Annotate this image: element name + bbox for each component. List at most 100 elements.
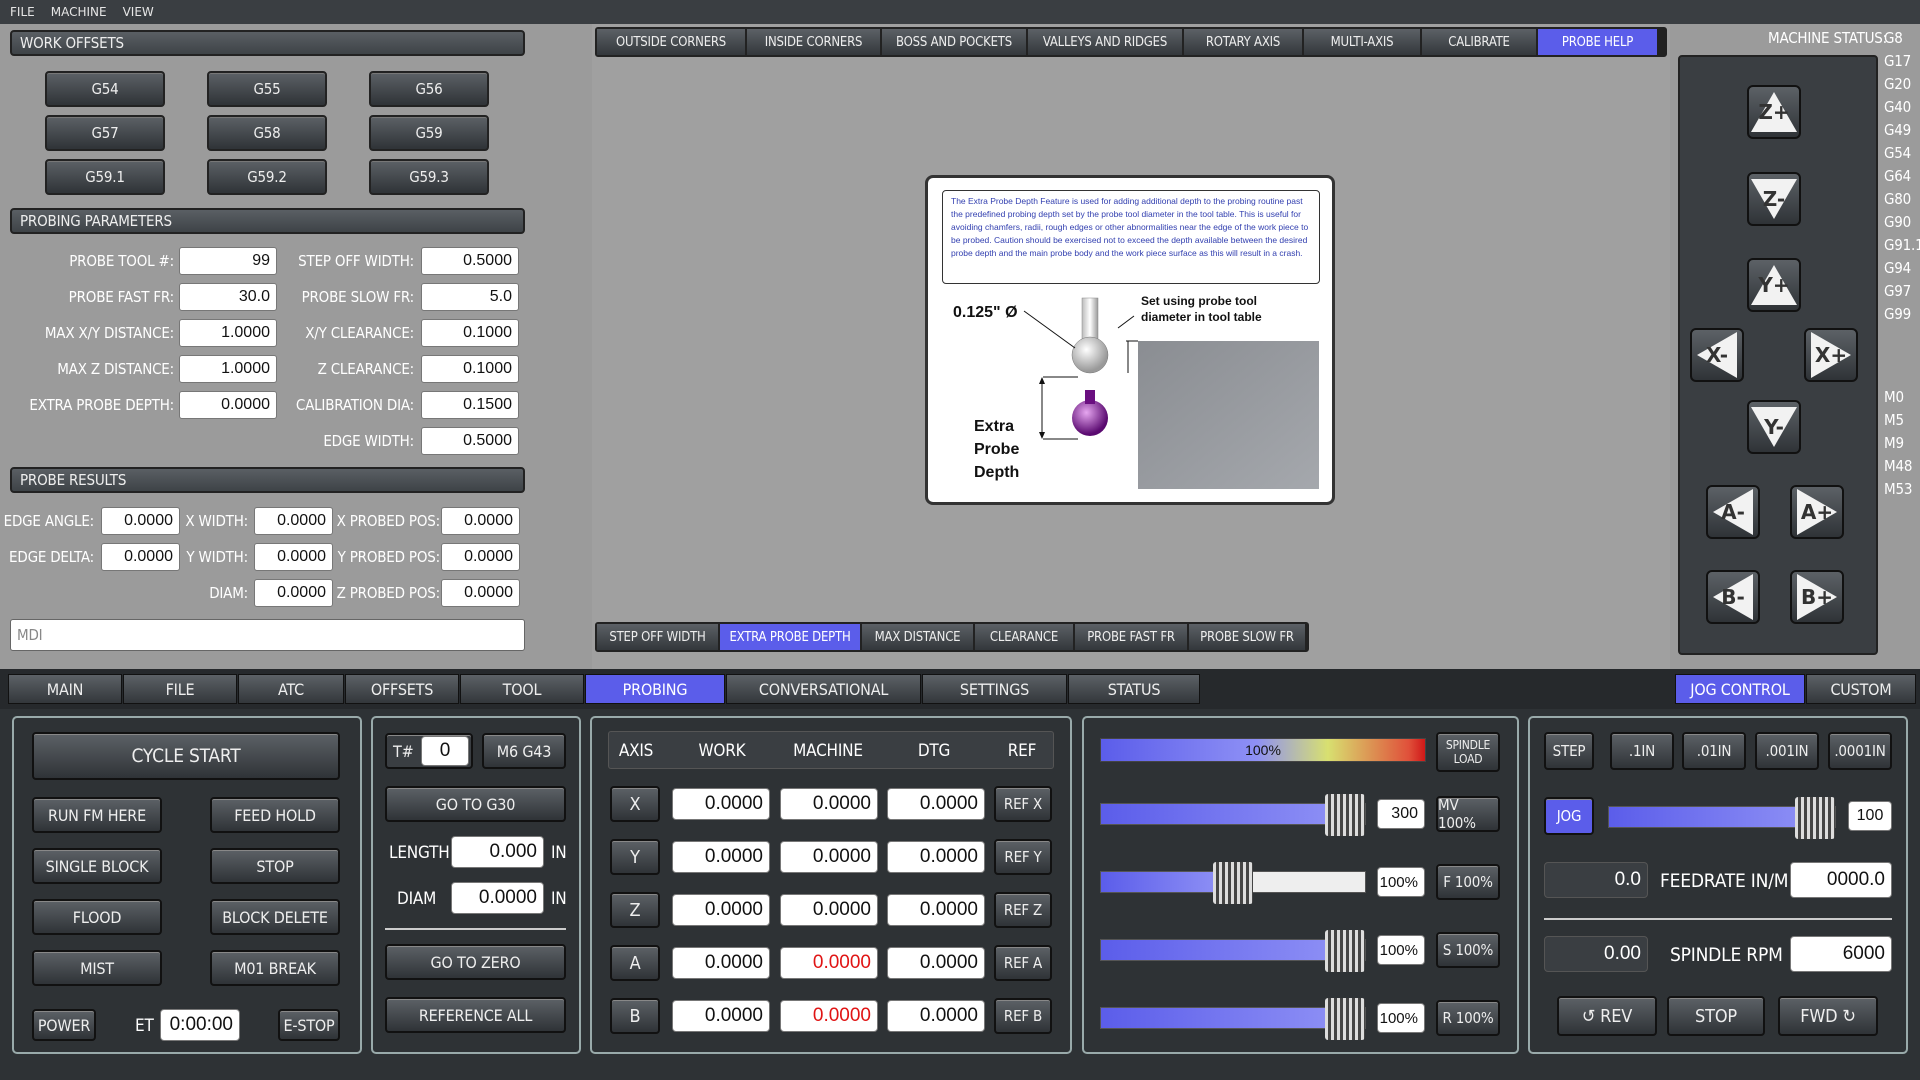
tab-multi-axis[interactable]: MULTI-AXIS xyxy=(1304,29,1420,55)
spindle-stop-button[interactable]: STOP xyxy=(1667,996,1765,1036)
tab-atc[interactable]: ATC xyxy=(238,674,344,704)
step-off-field[interactable]: 0.5000 xyxy=(421,247,519,275)
feed-override-slider[interactable] xyxy=(1100,862,1366,904)
go-to-g30-button[interactable]: GO TO G30 xyxy=(385,786,566,822)
tab-conversational[interactable]: CONVERSATIONAL xyxy=(726,674,921,704)
tab-file[interactable]: FILE xyxy=(123,674,237,704)
max-xy-field[interactable]: 1.0000 xyxy=(179,319,277,347)
slider-thumb[interactable] xyxy=(1325,998,1365,1040)
tool-number-field[interactable]: 0 xyxy=(421,736,469,766)
xy-clearance-field[interactable]: 0.1000 xyxy=(421,319,519,347)
g57-button[interactable]: G57 xyxy=(45,115,165,151)
y-width-field[interactable]: 0.0000 xyxy=(254,543,333,571)
tab-tool[interactable]: TOOL xyxy=(460,674,584,704)
tab-calibrate[interactable]: CALIBRATE xyxy=(1422,29,1536,55)
tab-main[interactable]: MAIN xyxy=(8,674,122,704)
inc-0-0001-button[interactable]: .0001IN xyxy=(1828,732,1892,770)
help-tab-slow-fr[interactable]: PROBE SLOW FR xyxy=(1189,624,1305,650)
spindle-rpm-setpoint[interactable]: 6000 xyxy=(1790,936,1892,972)
tab-custom[interactable]: CUSTOM xyxy=(1806,674,1916,704)
g59-3-button[interactable]: G59.3 xyxy=(369,159,489,195)
jog-mode-button[interactable]: JOG xyxy=(1544,797,1594,835)
g54-button[interactable]: G54 xyxy=(45,71,165,107)
rapid-override-slider[interactable] xyxy=(1100,998,1366,1040)
stop-button[interactable]: STOP xyxy=(210,848,340,884)
g56-button[interactable]: G56 xyxy=(369,71,489,107)
help-tab-extra-depth[interactable]: EXTRA PROBE DEPTH xyxy=(720,624,860,650)
mv-100-button[interactable]: MV 100% xyxy=(1436,796,1500,832)
tab-boss-pockets[interactable]: BOSS AND POCKETS xyxy=(882,29,1026,55)
slow-fr-field[interactable]: 5.0 xyxy=(421,283,519,311)
jog-y-plus-button[interactable]: Y+ xyxy=(1747,258,1801,312)
jog-b-minus-button[interactable]: B- xyxy=(1706,570,1760,624)
z-clearance-field[interactable]: 0.1000 xyxy=(421,355,519,383)
help-tab-step-off[interactable]: STEP OFF WIDTH xyxy=(597,624,718,650)
max-velocity-slider[interactable] xyxy=(1100,794,1366,836)
probe-tool-field[interactable]: 99 xyxy=(179,247,277,275)
g55-button[interactable]: G55 xyxy=(207,71,327,107)
jog-z-minus-button[interactable]: Z- xyxy=(1747,172,1801,226)
cycle-start-button[interactable]: CYCLE START xyxy=(32,732,340,780)
tab-status[interactable]: STATUS xyxy=(1068,674,1200,704)
g58-button[interactable]: G58 xyxy=(207,115,327,151)
slider-thumb[interactable] xyxy=(1325,930,1365,972)
ref-y-button[interactable]: REF Y xyxy=(994,839,1052,875)
inc-0-1-button[interactable]: .1IN xyxy=(1610,732,1674,770)
tab-offsets[interactable]: OFFSETS xyxy=(345,674,459,704)
g59-1-button[interactable]: G59.1 xyxy=(45,159,165,195)
ref-x-button[interactable]: REF X xyxy=(994,786,1052,822)
tab-probe-help[interactable]: PROBE HELP xyxy=(1538,29,1657,55)
help-tab-clearance[interactable]: CLEARANCE xyxy=(975,624,1073,650)
flood-button[interactable]: FLOOD xyxy=(32,899,162,935)
jog-x-minus-button[interactable]: X- xyxy=(1690,328,1744,382)
spindle-override-slider[interactable] xyxy=(1100,930,1366,972)
menu-file[interactable]: FILE xyxy=(10,5,35,19)
tab-valleys-ridges[interactable]: VALLEYS AND RIDGES xyxy=(1028,29,1182,55)
jog-a-plus-button[interactable]: A+ xyxy=(1790,485,1844,539)
spindle-rev-button[interactable]: ↺ REV xyxy=(1557,996,1657,1036)
ref-a-button[interactable]: REF A xyxy=(994,945,1052,981)
go-to-zero-button[interactable]: GO TO ZERO xyxy=(385,944,566,980)
feed-hold-button[interactable]: FEED HOLD xyxy=(210,797,340,833)
f-100-button[interactable]: F 100% xyxy=(1436,864,1500,900)
tab-rotary-axis[interactable]: ROTARY AXIS xyxy=(1184,29,1302,55)
spindle-fwd-button[interactable]: FWD ↻ xyxy=(1778,996,1878,1036)
inc-0-01-button[interactable]: .01IN xyxy=(1682,732,1746,770)
edge-width-field[interactable]: 0.5000 xyxy=(421,427,519,455)
slider-thumb[interactable] xyxy=(1325,794,1365,836)
help-tab-max-distance[interactable]: MAX DISTANCE xyxy=(862,624,973,650)
y-probed-field[interactable]: 0.0000 xyxy=(441,543,520,571)
jog-z-plus-button[interactable]: Z+ xyxy=(1747,85,1801,139)
slider-thumb[interactable] xyxy=(1795,797,1835,839)
reference-all-button[interactable]: REFERENCE ALL xyxy=(385,997,566,1033)
z-probed-field[interactable]: 0.0000 xyxy=(441,579,520,607)
r-100-button[interactable]: R 100% xyxy=(1436,1000,1500,1036)
tab-outside-corners[interactable]: OUTSIDE CORNERS xyxy=(597,29,745,55)
m6-g43-button[interactable]: M6 G43 xyxy=(482,733,566,769)
tab-probing[interactable]: PROBING xyxy=(585,674,725,704)
extra-depth-field[interactable]: 0.0000 xyxy=(179,391,277,419)
slider-thumb[interactable] xyxy=(1213,862,1253,904)
ref-z-button[interactable]: REF Z xyxy=(994,892,1052,928)
block-delete-button[interactable]: BLOCK DELETE xyxy=(210,899,340,935)
fast-fr-field[interactable]: 30.0 xyxy=(179,283,277,311)
x-width-field[interactable]: 0.0000 xyxy=(254,507,333,535)
help-tab-fast-fr[interactable]: PROBE FAST FR xyxy=(1075,624,1187,650)
edge-angle-field[interactable]: 0.0000 xyxy=(101,507,180,535)
run-fm-here-button[interactable]: RUN FM HERE xyxy=(32,797,162,833)
inc-0-001-button[interactable]: .001IN xyxy=(1755,732,1819,770)
s-100-button[interactable]: S 100% xyxy=(1436,932,1500,968)
g59-button[interactable]: G59 xyxy=(369,115,489,151)
cal-dia-field[interactable]: 0.1500 xyxy=(421,391,519,419)
tab-inside-corners[interactable]: INSIDE CORNERS xyxy=(747,29,880,55)
single-block-button[interactable]: SINGLE BLOCK xyxy=(32,848,162,884)
jog-a-minus-button[interactable]: A- xyxy=(1706,485,1760,539)
diam-tool-field[interactable]: 0.0000 xyxy=(451,882,544,914)
mdi-input[interactable]: MDI xyxy=(10,619,525,651)
mist-button[interactable]: MIST xyxy=(32,950,162,986)
step-button[interactable]: STEP xyxy=(1544,732,1594,770)
tab-jog-control[interactable]: JOG CONTROL xyxy=(1675,674,1805,704)
menu-view[interactable]: VIEW xyxy=(123,5,154,19)
jog-x-plus-button[interactable]: X+ xyxy=(1804,328,1858,382)
menu-machine[interactable]: MACHINE xyxy=(51,5,107,19)
